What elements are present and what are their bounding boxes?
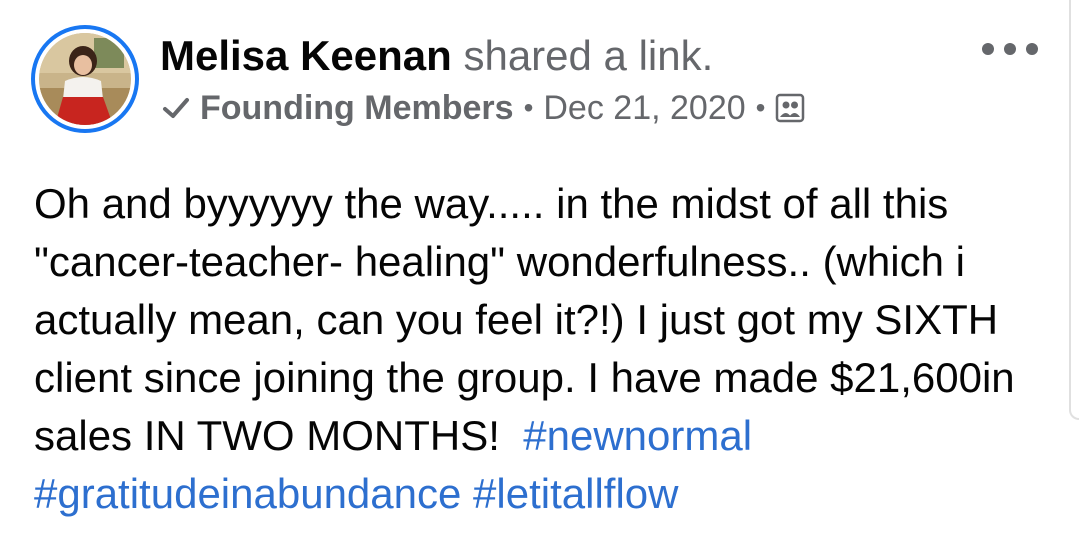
group-members-icon <box>776 93 805 123</box>
checkmark-badge-icon <box>163 98 189 118</box>
avatar[interactable] <box>31 25 139 133</box>
author-name[interactable]: Melisa Keenan <box>160 32 452 79</box>
post-date-link[interactable]: Dec 21, 2020 <box>543 89 745 128</box>
post-action-text: shared a link. <box>463 32 714 79</box>
hashtag-link[interactable]: #letitallflow <box>473 470 678 517</box>
post-header-title: Melisa Keenan shared a link. <box>160 30 713 82</box>
group-name-link[interactable]: Founding Members <box>200 89 514 128</box>
meta-separator: • <box>755 92 766 123</box>
hashtag-link[interactable]: #newnormal <box>523 412 752 459</box>
scrollbar-edge <box>1069 0 1079 420</box>
more-dot <box>982 43 994 55</box>
post-meta: Founding Members • Dec 21, 2020 • <box>160 84 805 132</box>
avatar-image <box>39 33 131 125</box>
post-body: Oh and byyyyyy the way..... in the midst… <box>34 175 1064 523</box>
meta-separator: • <box>523 92 534 123</box>
hashtag-link[interactable]: #gratitudeinabundance <box>34 470 461 517</box>
post-card: Melisa Keenan shared a link. Founding Me… <box>0 0 1079 533</box>
more-dot <box>1026 43 1038 55</box>
more-options-icon[interactable] <box>982 35 1038 63</box>
post-text: Oh and byyyyyy the way..... in the midst… <box>34 175 1064 523</box>
more-dot <box>1004 43 1016 55</box>
